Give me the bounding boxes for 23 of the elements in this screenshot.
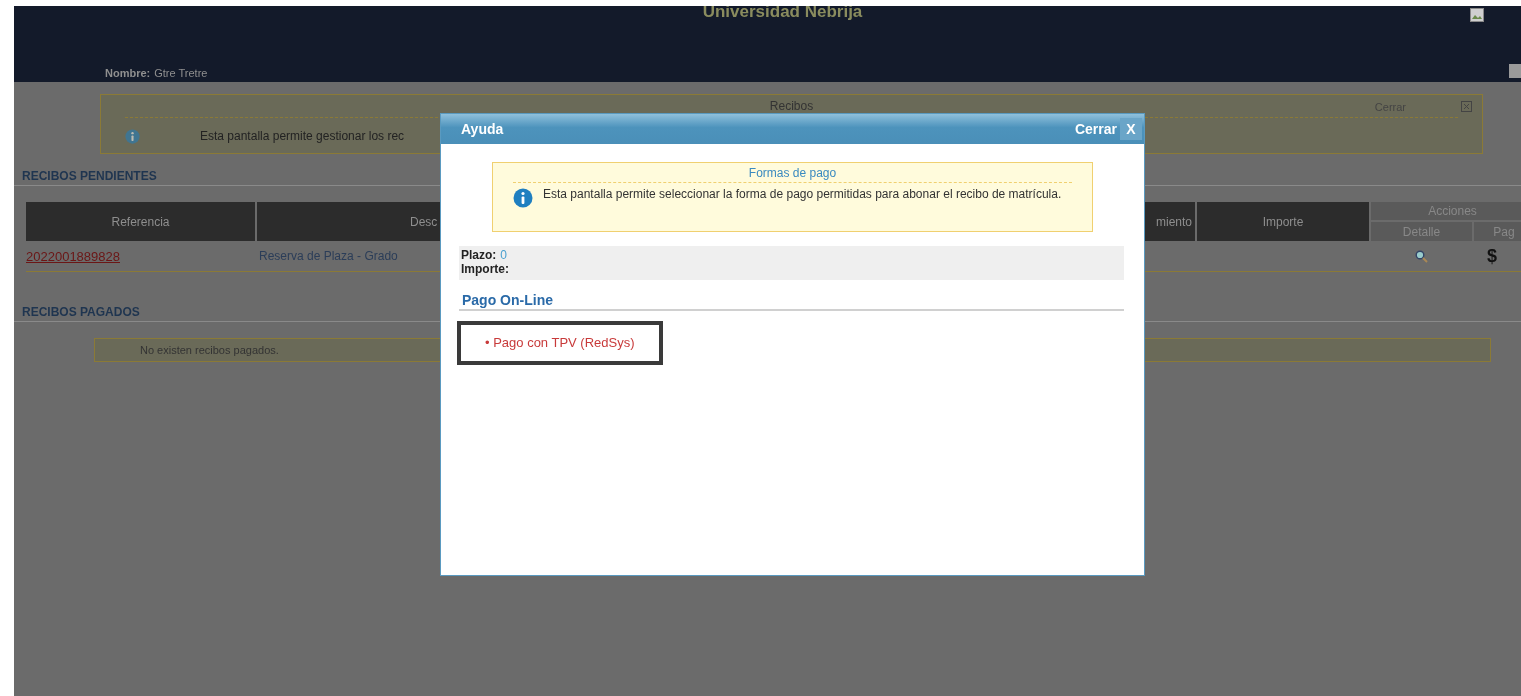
search-icon[interactable]: [1415, 249, 1428, 263]
column-header: Importe: [1197, 202, 1369, 241]
dialog-title: Ayuda: [461, 121, 504, 137]
close-link[interactable]: Cerrar: [1074, 121, 1117, 137]
close-icon[interactable]: [1461, 101, 1472, 112]
header-button[interactable]: [1509, 64, 1521, 78]
pay-link[interactable]: $: [1487, 245, 1497, 267]
user-label: Nombre:: [105, 67, 151, 79]
section-heading: Pago On-Line: [459, 292, 1124, 311]
info-icon: [125, 128, 140, 144]
field-value: 0: [500, 248, 508, 262]
reference-link[interactable]: 2022001889828: [26, 248, 120, 264]
close-button[interactable]: X: [1120, 118, 1142, 140]
info-icon: [513, 188, 533, 208]
field-label: Plazo:: [461, 248, 497, 262]
panel-message: Esta pantalla permite gestionar los rec: [200, 129, 405, 143]
broken-image-icon: [1470, 8, 1484, 22]
column-header: Referencia: [26, 202, 255, 241]
table-cell-text: Reserva de Plaza - Grado: [258, 249, 398, 263]
notice-title: Formas de pago: [748, 166, 837, 180]
notice-message: Esta pantalla permite seleccionar la forma de pago permitidas para abonar el recibo de matrícula.: [543, 188, 1062, 201]
user-name: Gtre Tretre: [154, 67, 208, 79]
payment-method-link[interactable]: • Pago con TPV (RedSys): [457, 321, 663, 365]
